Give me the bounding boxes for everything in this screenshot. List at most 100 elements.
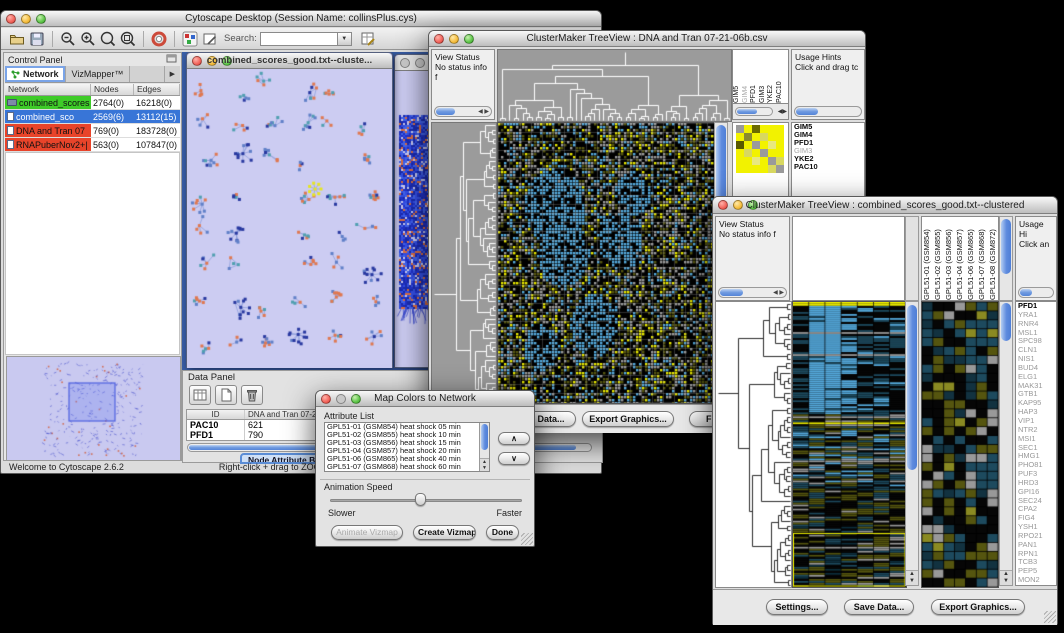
save-icon[interactable]	[27, 30, 47, 48]
attribute-list-item[interactable]: GPL51-03 (GSM856) heat shock 15 min	[325, 439, 489, 447]
float-panel-icon[interactable]	[166, 54, 177, 65]
resize-grip[interactable]	[521, 533, 533, 545]
zoom-button[interactable]	[36, 14, 46, 24]
tv2-gene-label[interactable]: ELG1	[1016, 373, 1056, 382]
attribute-list-item[interactable]: GPL51-04 (GSM857) heat shock 20 min	[325, 447, 489, 455]
tv2-zoom-vscrollbar-top[interactable]	[999, 216, 1013, 301]
tv1-zoom-matrix[interactable]	[736, 125, 784, 173]
zoom-matrix-cell[interactable]	[736, 141, 744, 149]
zoom-matrix-cell[interactable]	[760, 133, 768, 141]
tv1-heatmap-canvas[interactable]	[497, 122, 715, 404]
scroll-thumb[interactable]	[1001, 303, 1011, 341]
tv2-column-label[interactable]: GPL51-06 (GSM865)	[966, 217, 977, 300]
zoom-matrix-cell[interactable]	[736, 149, 744, 157]
minimize-button[interactable]	[207, 56, 217, 66]
usage-hints-hscrollbar[interactable]	[1018, 287, 1054, 298]
open-icon[interactable]	[7, 30, 27, 48]
zoom-matrix-cell[interactable]	[744, 141, 752, 149]
tv1-column-label[interactable]: GIM5	[733, 50, 742, 103]
view-status-hscrollbar[interactable]: ◀ ▶	[434, 106, 492, 117]
minimize-button[interactable]	[21, 14, 31, 24]
col-header-edges[interactable]: Edges	[134, 84, 180, 95]
new-attribute-icon[interactable]	[215, 385, 237, 405]
network-view-window[interactable]: combined_scores_good.txt--cluste...	[186, 52, 393, 368]
tv1-column-label[interactable]: GIM3	[759, 50, 768, 103]
tv2-heatmap-canvas[interactable]	[792, 301, 907, 588]
vizmapper-nodes-icon[interactable]	[180, 30, 200, 48]
zoom-matrix-cell[interactable]	[776, 141, 784, 149]
zoom-button[interactable]	[351, 394, 361, 404]
tab-network[interactable]: Network	[5, 66, 66, 82]
tv1-column-label[interactable]: GIM4	[742, 50, 751, 103]
select-attributes-icon[interactable]	[189, 385, 211, 405]
attribute-table-icon[interactable]	[358, 30, 378, 48]
tv2-settings-button[interactable]: Settings...	[766, 599, 828, 615]
tv2-gene-label[interactable]: PHO81	[1016, 461, 1056, 470]
tv2-column-label[interactable]: GPL51-03 (GSM856)	[944, 217, 955, 300]
zoom-matrix-cell[interactable]	[752, 157, 760, 165]
zoom-matrix-cell[interactable]	[760, 149, 768, 157]
dialog-titlebar[interactable]: Map Colors to Network	[316, 391, 534, 407]
scroll-thumb[interactable]	[737, 109, 757, 114]
tv2-zoom-heatmap-canvas[interactable]	[921, 301, 999, 588]
zoom-matrix-cell[interactable]	[736, 133, 744, 141]
attribute-list-vscrollbar[interactable]: ▲▼	[479, 423, 489, 471]
attribute-list-item[interactable]: GPL51-02 (GSM855) heat shock 10 min	[325, 431, 489, 439]
tv2-gene-label[interactable]: MSI1	[1016, 435, 1056, 444]
network-list-row[interactable]: RNAPuberNov2+| 563(0) 107847(0)	[5, 138, 180, 152]
network-canvas[interactable]	[187, 69, 392, 368]
zoom-matrix-cell[interactable]	[752, 149, 760, 157]
zoom-out-icon[interactable]	[58, 30, 78, 48]
zoom-matrix-cell[interactable]	[776, 133, 784, 141]
tv2-gene-label[interactable]: SEC24	[1016, 497, 1056, 506]
tv1-gene-label[interactable]: GIM3	[792, 147, 864, 155]
zoom-matrix-cell[interactable]	[760, 141, 768, 149]
zoom-matrix-cell[interactable]	[776, 157, 784, 165]
zoom-matrix-cell[interactable]	[768, 125, 776, 133]
tv2-gene-label[interactable]: HAP3	[1016, 408, 1056, 417]
zoom-matrix-cell[interactable]	[760, 157, 768, 165]
dialog-button[interactable]: Create Vizmap	[413, 525, 476, 540]
tv2-gene-label[interactable]: GPI16	[1016, 488, 1056, 497]
tv2-gene-label[interactable]: YRA1	[1016, 311, 1056, 320]
scroll-arrows-icon[interactable]: ◀▶	[778, 108, 787, 115]
zoom-matrix-cell[interactable]	[744, 149, 752, 157]
scroll-arrows-icon[interactable]: ▲▼	[480, 458, 489, 471]
tv2-column-label[interactable]: GPL51-02 (GSM855)	[933, 217, 944, 300]
annotation-icon[interactable]	[200, 30, 220, 48]
zoom-fit-icon[interactable]	[118, 30, 138, 48]
zoom-in-icon[interactable]	[78, 30, 98, 48]
col-header-network[interactable]: Network	[5, 84, 91, 95]
minimize-button[interactable]	[733, 200, 743, 210]
scroll-thumb[interactable]	[1020, 289, 1032, 296]
attribute-list-item[interactable]: GPL51-06 (GSM865) heat shock 40 min	[325, 455, 489, 463]
help-lifering-icon[interactable]	[149, 30, 169, 48]
tv2-gene-label[interactable]: MSL1	[1016, 329, 1056, 338]
tv2-gene-label[interactable]: RNR4	[1016, 320, 1056, 329]
tv2-gene-label[interactable]: SEC1	[1016, 444, 1056, 453]
id-column-header[interactable]: ID	[187, 410, 245, 419]
zoom-matrix-cell[interactable]	[776, 125, 784, 133]
attribute-list-item[interactable]: GPL51-07 (GSM868) heat shock 60 min	[325, 463, 489, 471]
zoom-matrix-cell[interactable]	[776, 149, 784, 157]
tv1-gene-label[interactable]: GIM4	[792, 131, 864, 139]
tv2-gene-label[interactable]: HMG1	[1016, 452, 1056, 461]
search-input[interactable]	[260, 32, 338, 46]
network-list-row[interactable]: DNA and Tran 07 769(0) 183728(0)	[5, 124, 180, 138]
close-button[interactable]	[718, 200, 728, 210]
zoom-matrix-cell[interactable]	[768, 133, 776, 141]
network-view-titlebar[interactable]: combined_scores_good.txt--cluste...	[187, 53, 392, 69]
view-status-hscrollbar[interactable]: ◀ ▶	[718, 287, 787, 298]
move-down-button[interactable]: ∨	[498, 452, 530, 465]
tv2-row-dendrogram-canvas[interactable]	[715, 301, 792, 588]
zoom-matrix-cell[interactable]	[760, 125, 768, 133]
tv1-gene-label[interactable]: PAC10	[792, 163, 864, 171]
search-dropdown-icon[interactable]: ▼	[338, 32, 352, 46]
treeview1-titlebar[interactable]: ClusterMaker TreeView : DNA and Tran 07-…	[429, 31, 865, 47]
zoom-matrix-cell[interactable]	[744, 165, 752, 173]
zoom-matrix-cell[interactable]	[752, 141, 760, 149]
col-header-nodes[interactable]: Nodes	[91, 84, 134, 95]
zoom-matrix-cell[interactable]	[744, 125, 752, 133]
tv2-gene-label[interactable]: MAK31	[1016, 382, 1056, 391]
birdseye-canvas[interactable]	[7, 357, 180, 460]
